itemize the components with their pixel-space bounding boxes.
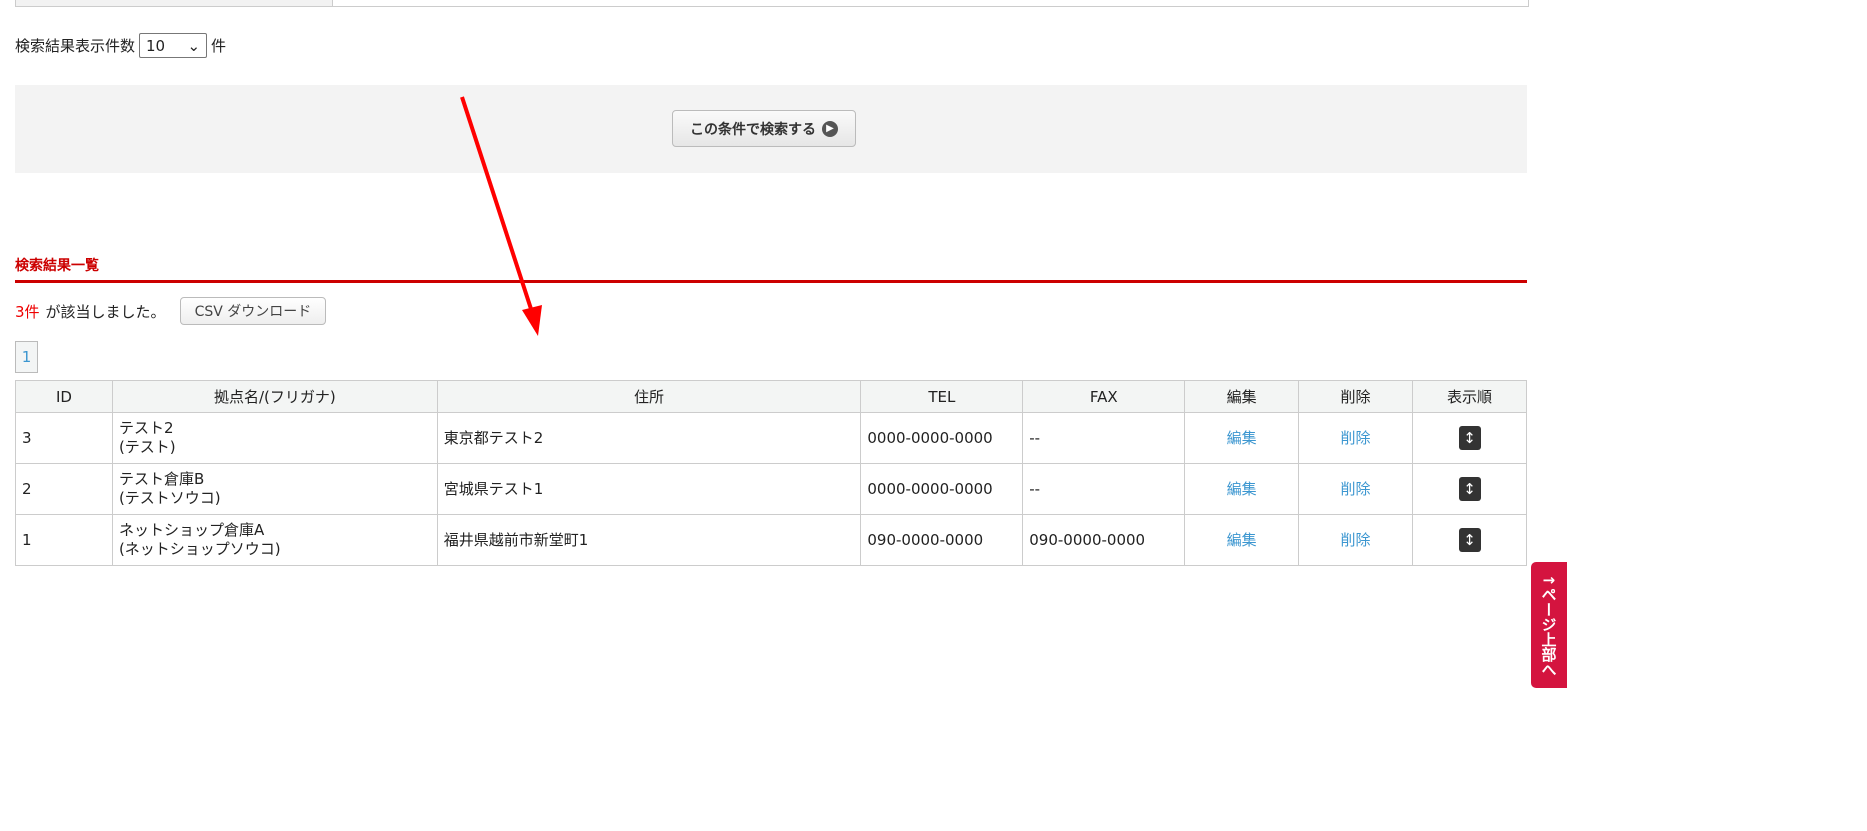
csv-download-button[interactable]: CSV ダウンロード (179, 297, 327, 325)
cell-name: テスト2 (テスト) (111, 412, 438, 464)
results-count-suffix: が該当しました。 (45, 302, 166, 321)
table-row: 3 テスト2 (テスト) 東京都テスト2 0000-0000-0000 -- 編集… (15, 412, 1527, 464)
page-top-button[interactable]: ↑ページ上部へ (1531, 562, 1567, 688)
cell-name: テスト倉庫B (テストソウコ) (111, 463, 438, 515)
search-form-bottom-row (15, 0, 1529, 7)
delete-link[interactable]: 削除 (1341, 531, 1371, 549)
col-order: 表示順 (1412, 380, 1527, 413)
col-tel: TEL (860, 380, 1024, 413)
cell-id: 1 (15, 514, 113, 566)
name: テスト2 (118, 419, 174, 437)
sort-handle-icon[interactable]: ↕ (1458, 528, 1481, 552)
col-name: 拠点名/(フリガナ) (111, 380, 438, 413)
arrow-right-circle-icon: ▶ (822, 120, 838, 137)
cell-id: 2 (15, 463, 113, 515)
display-count-value: 10 (146, 36, 166, 55)
pagination-page-1[interactable]: 1 (15, 341, 38, 373)
chevron-down-icon: ⌄ (187, 36, 201, 55)
kana: (テストソウコ) (118, 489, 221, 507)
col-address: 住所 (436, 380, 862, 413)
cell-address: 福井県越前市新堂町1 (436, 514, 862, 566)
display-count-label: 検索結果表示件数 (15, 37, 136, 55)
results-table: ID 拠点名/(フリガナ) 住所 TEL FAX 編集 削除 表示順 3 テスト… (15, 380, 1527, 566)
cell-address: 東京都テスト2 (436, 412, 862, 464)
heading-divider (15, 280, 1527, 283)
cell-fax: 090-0000-0000 (1022, 514, 1186, 566)
kana: (テスト) (118, 438, 176, 456)
display-count-select[interactable]: 10 ⌄ (139, 33, 208, 58)
table-row: 1 ネットショップ倉庫A (ネットショップソウコ) 福井県越前市新堂町1 090-… (15, 514, 1527, 566)
col-edit: 編集 (1184, 380, 1300, 413)
edit-link[interactable]: 編集 (1227, 480, 1257, 498)
col-delete: 削除 (1298, 380, 1414, 413)
cell-tel: 0000-0000-0000 (860, 463, 1024, 515)
search-button[interactable]: この条件で検索する ▶ (672, 110, 856, 147)
sort-handle-icon[interactable]: ↕ (1458, 426, 1481, 450)
kana: (ネットショップソウコ) (118, 540, 281, 558)
results-count-row: 3件 が該当しました。 CSV ダウンロード (15, 297, 327, 325)
cell-tel: 0000-0000-0000 (860, 412, 1024, 464)
table-row: 2 テスト倉庫B (テストソウコ) 宮城県テスト1 0000-0000-0000 … (15, 463, 1527, 515)
display-count-unit: 件 (211, 37, 227, 55)
search-button-label: この条件で検索する (690, 121, 816, 138)
name: ネットショップ倉庫A (118, 521, 265, 539)
cell-tel: 090-0000-0000 (860, 514, 1024, 566)
cell-address: 宮城県テスト1 (436, 463, 862, 515)
edit-link[interactable]: 編集 (1227, 531, 1257, 549)
results-heading: 検索結果一覧 (15, 258, 99, 274)
col-fax: FAX (1022, 380, 1186, 413)
name: テスト倉庫B (118, 470, 205, 488)
delete-link[interactable]: 削除 (1341, 429, 1371, 447)
cell-name: ネットショップ倉庫A (ネットショップソウコ) (111, 514, 438, 566)
display-count-row: 検索結果表示件数 10 ⌄ 件 (15, 33, 226, 58)
results-count: 3件 (15, 302, 40, 321)
table-header: ID 拠点名/(フリガナ) 住所 TEL FAX 編集 削除 表示順 (15, 380, 1527, 413)
cell-fax: -- (1022, 463, 1186, 515)
cell-fax: -- (1022, 412, 1186, 464)
delete-link[interactable]: 削除 (1341, 480, 1371, 498)
edit-link[interactable]: 編集 (1227, 429, 1257, 447)
col-id: ID (15, 380, 113, 413)
sort-handle-icon[interactable]: ↕ (1458, 477, 1481, 501)
cell-id: 3 (15, 412, 113, 464)
